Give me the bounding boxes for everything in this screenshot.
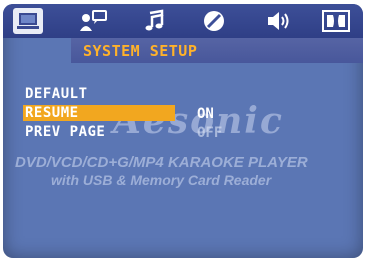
monitor-icon — [17, 13, 39, 29]
disc-icon — [204, 11, 224, 31]
resume-value[interactable]: ON — [197, 106, 214, 122]
prev-page-value[interactable]: OFF — [197, 125, 222, 141]
tab-system-setup[interactable] — [13, 8, 43, 34]
dolby-icon — [322, 10, 350, 32]
person-speech-icon — [80, 10, 107, 31]
player-description: DVD/VCD/CD+G/MP4 KARAOKE PLAYER — [15, 154, 308, 171]
menu-tab-bar — [3, 4, 363, 38]
menu-item-prev-page[interactable]: PREV PAGE — [25, 124, 105, 140]
tab-audio-setup[interactable] — [139, 8, 169, 34]
menu-item-default[interactable]: DEFAULT — [25, 86, 88, 102]
section-title: SYSTEM SETUP — [83, 42, 198, 60]
player-subdescription: with USB & Memory Card Reader — [51, 172, 272, 188]
menu-item-resume[interactable]: RESUME — [23, 105, 175, 121]
tab-language-setup[interactable] — [79, 8, 109, 34]
tab-dolby-setup[interactable] — [321, 8, 351, 34]
osd-screen: SYSTEM SETUP Aesonic DVD/VCD/CD+G/MP4 KA… — [3, 4, 363, 258]
speaker-icon — [268, 12, 289, 30]
tab-video-setup[interactable] — [199, 8, 229, 34]
tab-speaker-setup[interactable] — [265, 8, 295, 34]
music-note-icon — [145, 9, 164, 31]
